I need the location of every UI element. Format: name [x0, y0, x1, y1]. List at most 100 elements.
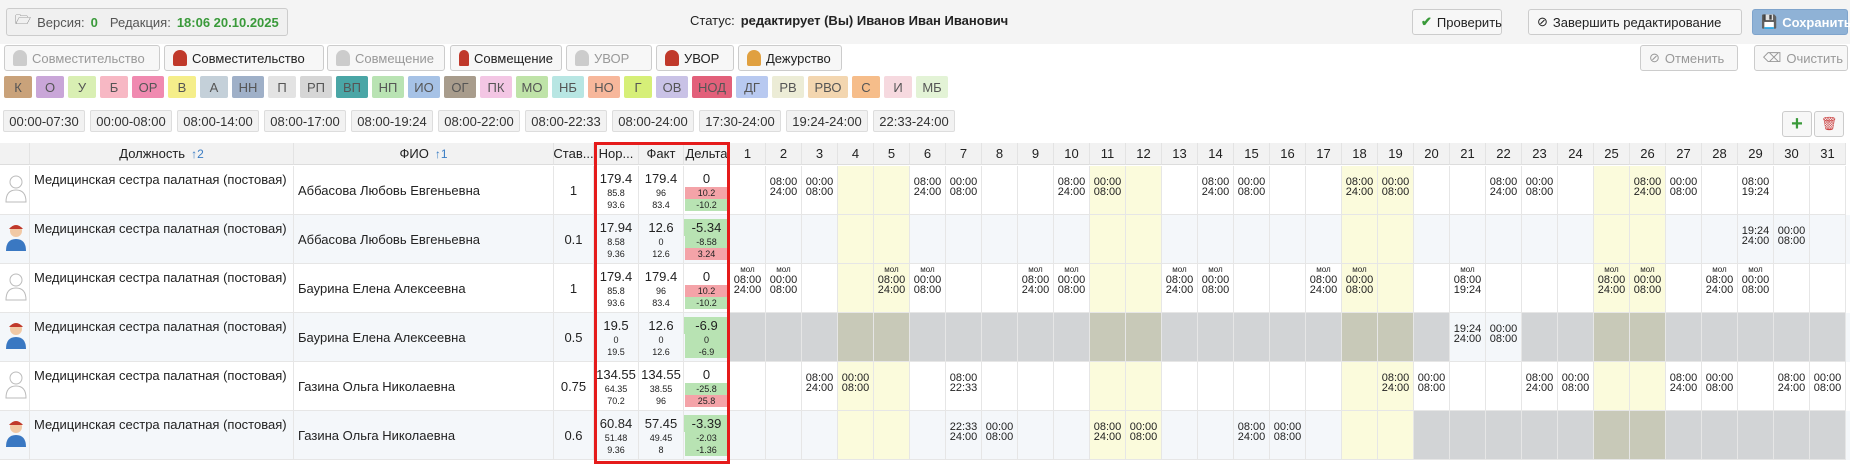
day-cell[interactable] [1090, 264, 1126, 313]
fio-cell[interactable]: Газина Ольга Николаевна [294, 362, 554, 411]
day-cell[interactable] [1594, 362, 1630, 411]
day-header[interactable]: 9 [1018, 143, 1054, 165]
day-cell[interactable] [1162, 166, 1198, 215]
day-cell[interactable] [1054, 362, 1090, 411]
day-cell[interactable] [1486, 362, 1522, 411]
day-cell[interactable] [1270, 264, 1306, 313]
day-header[interactable]: 7 [946, 143, 982, 165]
day-header[interactable]: 5 [874, 143, 910, 165]
day-cell[interactable] [1486, 264, 1522, 313]
code-chip[interactable]: А [200, 76, 228, 98]
time-preset-chip[interactable]: 08:00-17:00 [264, 110, 346, 132]
day-header[interactable]: 29 [1738, 143, 1774, 165]
day-cell[interactable] [1162, 411, 1198, 460]
day-cell[interactable]: 08:00 24:00 [1054, 166, 1090, 215]
day-cell[interactable] [1414, 411, 1450, 460]
day-cell[interactable] [1198, 362, 1234, 411]
code-chip[interactable]: Г [624, 76, 652, 98]
day-cell[interactable] [1306, 166, 1342, 215]
day-header[interactable]: 8 [982, 143, 1018, 165]
day-cell[interactable]: мол 08:00 24:00 [874, 264, 910, 313]
code-chip[interactable]: О [36, 76, 64, 98]
day-cell[interactable] [730, 166, 766, 215]
day-cell[interactable]: мол 08:00 24:00 [1306, 264, 1342, 313]
fio-cell[interactable]: Аббасова Любовь Евгеньевна [294, 215, 554, 264]
day-cell[interactable] [1414, 264, 1450, 313]
fact-header[interactable]: Факт [639, 143, 684, 165]
norm-header[interactable]: Нор... [594, 143, 639, 165]
day-cell[interactable]: мол 08:00 24:00 [1162, 264, 1198, 313]
day-header[interactable]: 21 [1450, 143, 1486, 165]
day-cell[interactable] [1018, 166, 1054, 215]
day-cell[interactable]: 08:00 22:33 [946, 362, 982, 411]
code-chip[interactable]: РП [300, 76, 332, 98]
day-cell[interactable]: мол 00:00 08:00 [1342, 264, 1378, 313]
position-cell[interactable]: Медицинская сестра палатная (постовая) [30, 264, 294, 313]
day-cell[interactable] [1558, 166, 1594, 215]
day-cell[interactable] [1558, 215, 1594, 264]
day-cell[interactable] [1306, 411, 1342, 460]
day-cell[interactable]: 08:00 24:00 [1486, 166, 1522, 215]
day-cell[interactable] [730, 313, 766, 362]
code-chip[interactable]: К [4, 76, 32, 98]
code-chip[interactable]: ОР [132, 76, 164, 98]
code-chip[interactable]: МО [516, 76, 548, 98]
day-cell[interactable] [1702, 411, 1738, 460]
day-cell[interactable] [838, 264, 874, 313]
code-chip[interactable]: РВО [808, 76, 848, 98]
day-cell[interactable]: 08:00 24:00 [1090, 411, 1126, 460]
code-chip[interactable]: И [884, 76, 912, 98]
day-cell[interactable] [1054, 313, 1090, 362]
day-cell[interactable]: 08:00 24:00 [802, 362, 838, 411]
day-cell[interactable]: 00:00 08:00 [1666, 166, 1702, 215]
day-cell[interactable] [1666, 313, 1702, 362]
day-cell[interactable] [1414, 313, 1450, 362]
day-cell[interactable] [1054, 215, 1090, 264]
day-cell[interactable] [1162, 215, 1198, 264]
day-cell[interactable] [730, 215, 766, 264]
code-chip[interactable]: ОГ [444, 76, 476, 98]
day-cell[interactable] [874, 166, 910, 215]
rate-cell[interactable]: 0.5 [554, 313, 594, 362]
time-preset-chip[interactable]: 00:00-07:30 [3, 110, 85, 132]
day-cell[interactable] [1558, 313, 1594, 362]
day-cell[interactable]: 19:24 24:00 [1450, 313, 1486, 362]
day-cell[interactable] [1306, 215, 1342, 264]
day-cell[interactable]: мол 00:00 08:00 [1738, 264, 1774, 313]
day-cell[interactable]: 00:00 08:00 [1414, 362, 1450, 411]
day-cell[interactable]: 08:00 24:00 [1630, 166, 1666, 215]
day-cell[interactable] [1378, 264, 1414, 313]
day-cell[interactable] [1594, 313, 1630, 362]
day-cell[interactable]: 08:00 24:00 [910, 166, 946, 215]
day-cell[interactable] [1630, 362, 1666, 411]
day-cell[interactable]: 08:00 24:00 [1666, 362, 1702, 411]
day-cell[interactable] [982, 215, 1018, 264]
save-button[interactable]: 💾 Сохранить [1752, 9, 1850, 35]
position-cell[interactable]: Медицинская сестра палатная (постовая) [30, 313, 294, 362]
time-preset-chip[interactable]: 17:30-24:00 [699, 110, 781, 132]
day-header[interactable]: 26 [1630, 143, 1666, 165]
table-row[interactable]: Медицинская сестра палатная (постовая) Га… [0, 362, 1850, 411]
day-cell[interactable] [1810, 215, 1846, 264]
day-cell[interactable] [766, 362, 802, 411]
position-cell[interactable]: Медицинская сестра палатная (постовая) [30, 215, 294, 264]
code-chip[interactable]: НБ [552, 76, 584, 98]
fio-cell[interactable]: Газина Ольга Николаевна [294, 411, 554, 460]
day-cell[interactable] [1126, 362, 1162, 411]
rate-cell[interactable]: 0.1 [554, 215, 594, 264]
day-cell[interactable] [1234, 313, 1270, 362]
day-cell[interactable]: 19:24 24:00 [1738, 215, 1774, 264]
day-cell[interactable] [1450, 166, 1486, 215]
day-cell[interactable] [1342, 215, 1378, 264]
day-cell[interactable]: 00:00 08:00 [1126, 411, 1162, 460]
day-cell[interactable]: 00:00 08:00 [1774, 215, 1810, 264]
day-cell[interactable] [1666, 411, 1702, 460]
day-header[interactable]: 15 [1234, 143, 1270, 165]
day-cell[interactable] [910, 411, 946, 460]
time-preset-chip[interactable]: 08:00-19:24 [351, 110, 433, 132]
day-cell[interactable]: 00:00 08:00 [1090, 166, 1126, 215]
day-cell[interactable]: 00:00 08:00 [946, 166, 982, 215]
day-header[interactable]: 31 [1810, 143, 1846, 165]
time-preset-chip[interactable]: 08:00-22:00 [438, 110, 520, 132]
time-preset-chip[interactable]: 19:24-24:00 [786, 110, 868, 132]
